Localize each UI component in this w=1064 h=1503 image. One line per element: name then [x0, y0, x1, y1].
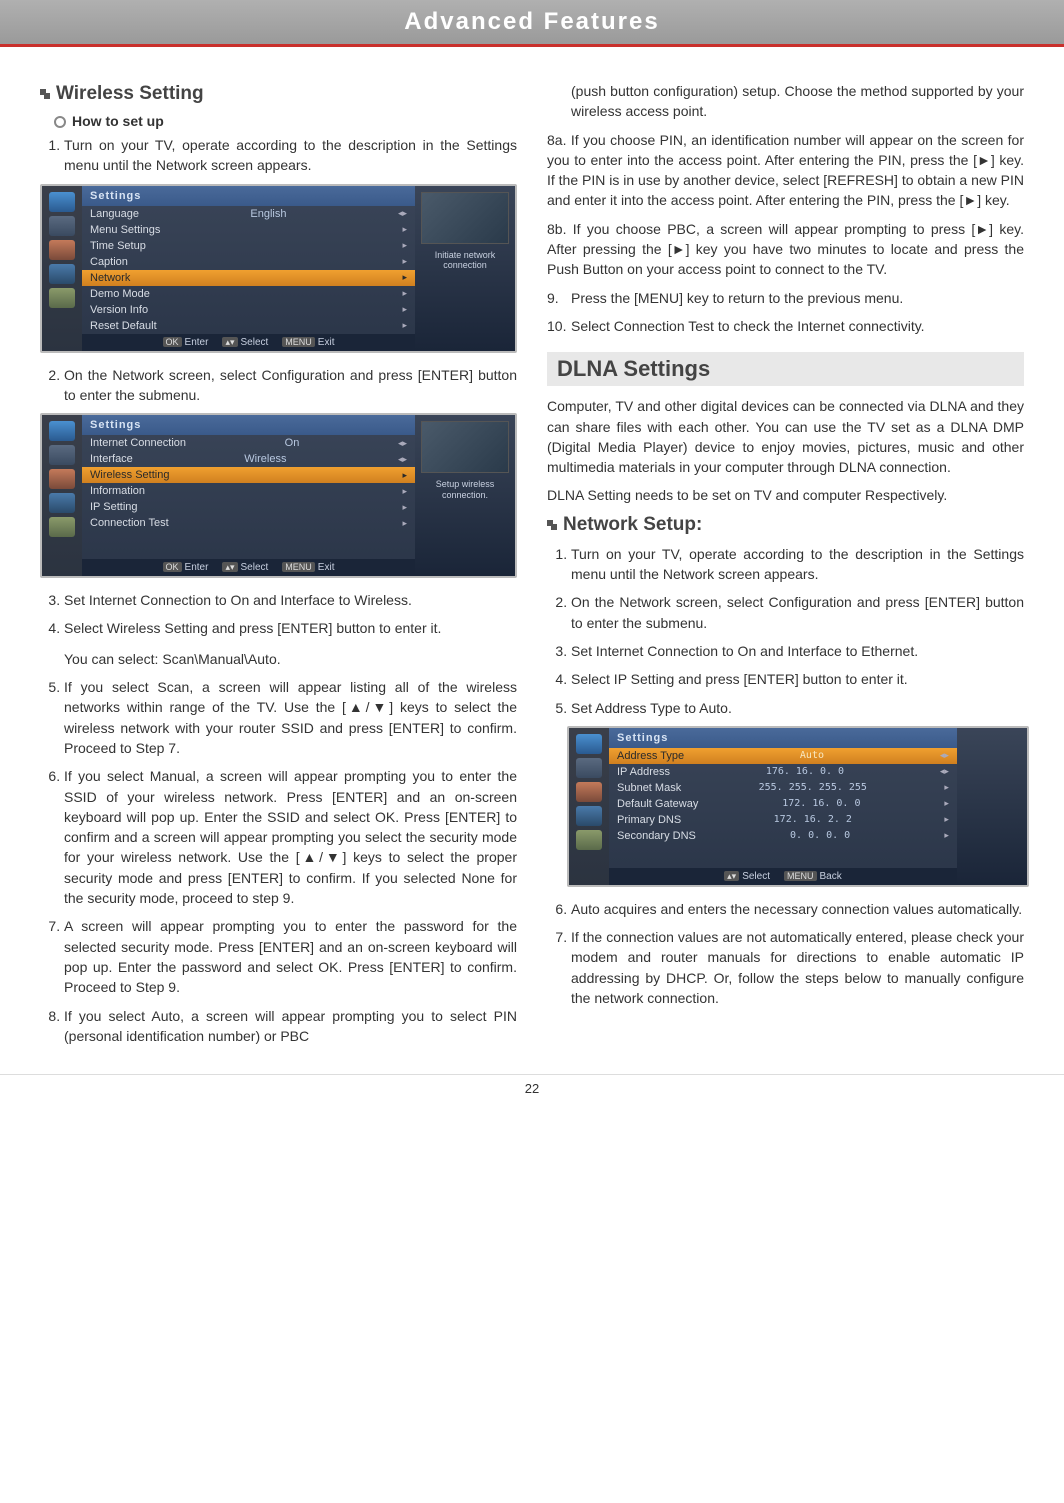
sidebar-icon [576, 806, 602, 826]
tv-menu-footer: OKEnter ▴▾Select MENUExit [82, 334, 415, 351]
right-column: (push button configuration) setup. Choos… [547, 77, 1024, 1054]
step: If you select Manual, a screen will appe… [64, 766, 517, 908]
page-number: 22 [0, 1074, 1064, 1102]
tv-sidebar [569, 728, 609, 885]
menu-row: Internet ConnectionOn◂▸ [82, 435, 415, 451]
sidebar-icon [576, 758, 602, 778]
sidebar-icon [49, 192, 75, 212]
step: Select Wireless Setting and press [ENTER… [64, 618, 517, 669]
tv-preview-pane: Initiate network connection [415, 186, 515, 351]
sidebar-icon [49, 493, 75, 513]
step: A screen will appear prompting you to en… [64, 916, 517, 997]
menu-row: InterfaceWireless◂▸ [82, 451, 415, 467]
menu-row: Subnet Mask255.255.255.255▸ [609, 780, 957, 796]
preview-hint: Setup wireless connection. [415, 479, 515, 501]
tv-menu-settings-3: Settings Address TypeAuto◂▸ IP Address17… [567, 726, 1029, 887]
sidebar-icon [49, 240, 75, 260]
menu-row: Time Setup▸ [82, 238, 415, 254]
menu-row: Version Info▸ [82, 302, 415, 318]
sidebar-icon [576, 734, 602, 754]
tv-preview-pane [957, 728, 1027, 885]
sidebar-icon [49, 517, 75, 537]
step: Set Address Type to Auto. [571, 698, 1024, 718]
preview-image [421, 421, 509, 473]
tv-menu-title: Settings [82, 415, 415, 435]
step: Auto acquires and enters the necessary c… [571, 899, 1024, 919]
step: Set Internet Connection to On and Interf… [64, 590, 517, 610]
menu-row-selected: Wireless Setting▸ [82, 467, 415, 483]
menu-row: Secondary DNS0.0.0.0▸ [609, 828, 957, 844]
step-9: 9.Press the [MENU] key to return to the … [547, 288, 1024, 308]
sidebar-icon [576, 782, 602, 802]
step-sub: You can select: Scan\Manual\Auto. [64, 643, 517, 669]
sidebar-icon [49, 288, 75, 308]
dlna-paragraph: DLNA Setting needs to be set on TV and c… [547, 485, 1024, 505]
left-column: Wireless Setting How to set up Turn on y… [40, 77, 517, 1054]
step: On the Network screen, select Configurat… [571, 592, 1024, 633]
section-title-network-setup: Network Setup: [547, 514, 1024, 536]
bullet-circle-icon [54, 116, 66, 128]
tv-menu-main: Settings LanguageEnglish◂▸ Menu Settings… [82, 186, 415, 351]
bullet-icon [40, 89, 50, 99]
step: Turn on your TV, operate according to th… [64, 135, 517, 176]
tv-preview-pane: Setup wireless connection. [415, 415, 515, 576]
section-heading-dlna: DLNA Settings [547, 352, 1024, 386]
tv-sidebar [42, 415, 82, 576]
sidebar-icon [49, 216, 75, 236]
step: If the connection values are not automat… [571, 927, 1024, 1008]
menu-row: Demo Mode▸ [82, 286, 415, 302]
sidebar-icon [576, 830, 602, 850]
step-10: 10.Select Connection Test to check the I… [547, 316, 1024, 336]
step-8b: 8b. If you choose PBC, a screen will app… [547, 219, 1024, 280]
menu-row: IP Setting▸ [82, 499, 415, 515]
menu-row: Default Gateway172.16.0.0▸ [609, 796, 957, 812]
menu-row: Information▸ [82, 483, 415, 499]
tv-menu-settings-2: Settings Internet ConnectionOn◂▸ Interfa… [40, 413, 517, 578]
sidebar-icon [49, 469, 75, 489]
menu-row-selected: Address TypeAuto◂▸ [609, 748, 957, 764]
menu-row: Connection Test▸ [82, 515, 415, 531]
subheading-howto: How to set up [54, 113, 517, 129]
menu-row: Menu Settings▸ [82, 222, 415, 238]
sidebar-icon [49, 264, 75, 284]
menu-row: Primary DNS172.16.2.2▸ [609, 812, 957, 828]
tv-menu-main: Settings Internet ConnectionOn◂▸ Interfa… [82, 415, 415, 576]
step-8a: 8a. If you choose PIN, an identification… [547, 130, 1024, 211]
step: Select IP Setting and press [ENTER] butt… [571, 669, 1024, 689]
tv-sidebar [42, 186, 82, 351]
step: If you select Auto, a screen will appear… [64, 1006, 517, 1047]
sidebar-icon [49, 445, 75, 465]
tv-menu-footer: ▴▾Select MENUBack [609, 868, 957, 885]
tv-menu-main: Settings Address TypeAuto◂▸ IP Address17… [609, 728, 957, 885]
section-title-wireless: Wireless Setting [40, 83, 517, 105]
tv-menu-title: Settings [82, 186, 415, 206]
step: If you select Scan, a screen will appear… [64, 677, 517, 758]
menu-row-selected: Network▸ [82, 270, 415, 286]
menu-row: LanguageEnglish◂▸ [82, 206, 415, 222]
tv-menu-settings-1: Settings LanguageEnglish◂▸ Menu Settings… [40, 184, 517, 353]
menu-row: IP Address176.16.0.0◂▸ [609, 764, 957, 780]
menu-row: Reset Default▸ [82, 318, 415, 334]
continued-text: (push button configuration) setup. Choos… [547, 81, 1024, 122]
tv-menu-title: Settings [609, 728, 957, 748]
preview-image [421, 192, 509, 244]
sidebar-icon [49, 421, 75, 441]
bullet-icon [547, 520, 557, 530]
preview-hint: Initiate network connection [415, 250, 515, 272]
step: Turn on your TV, operate according to th… [571, 544, 1024, 585]
menu-row: Caption▸ [82, 254, 415, 270]
step: On the Network screen, select Configurat… [64, 365, 517, 406]
dlna-paragraph: Computer, TV and other digital devices c… [547, 396, 1024, 477]
page-header: Advanced Features [0, 0, 1064, 44]
tv-menu-footer: OKEnter ▴▾Select MENUExit [82, 559, 415, 576]
step: Set Internet Connection to On and Interf… [571, 641, 1024, 661]
